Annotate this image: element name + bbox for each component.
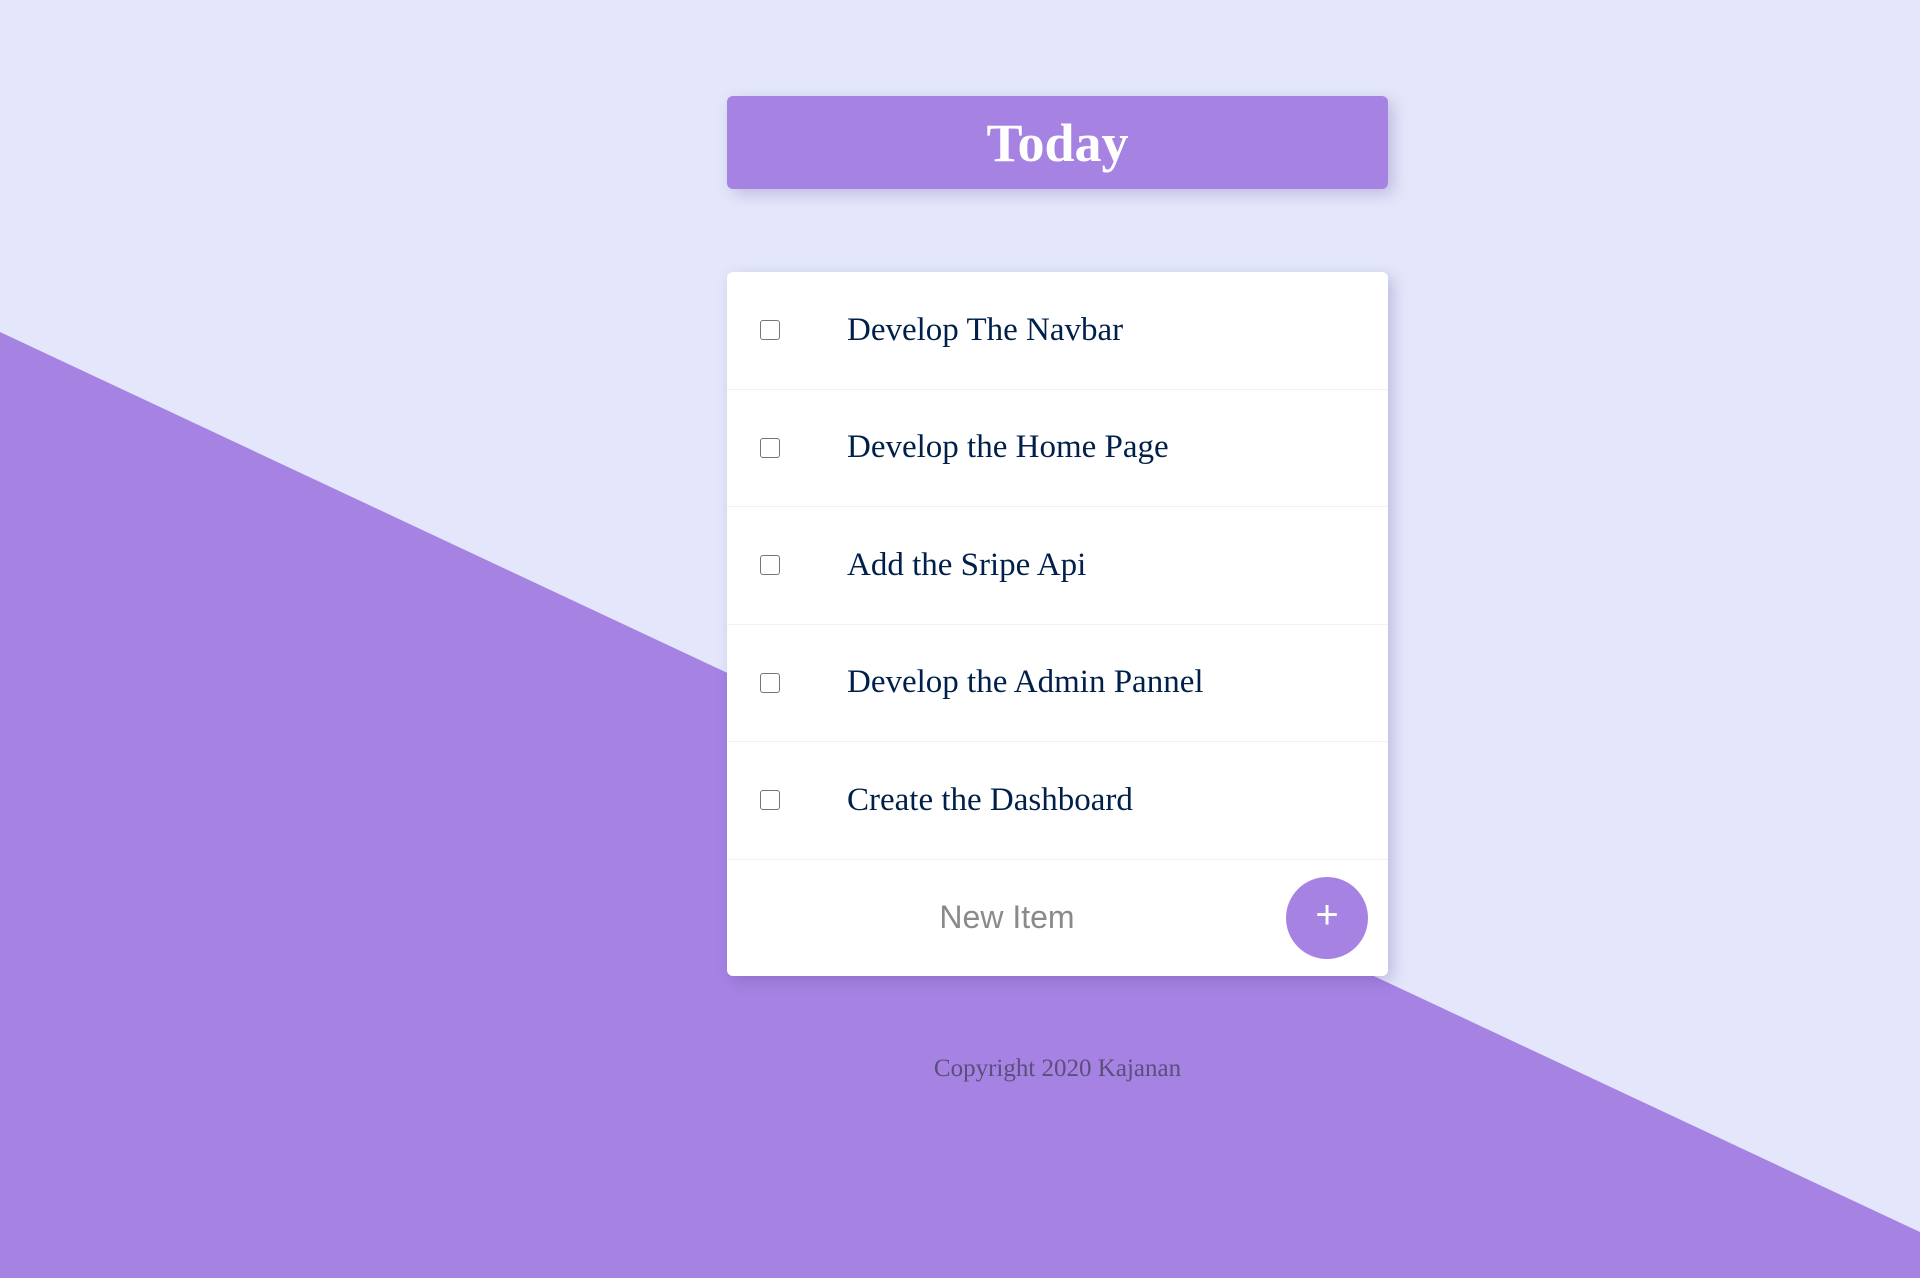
todo-item: Develop The Navbar (727, 272, 1388, 390)
todo-item-text: Develop The Navbar (847, 311, 1124, 348)
item-checkbox[interactable] (760, 790, 780, 811)
item-checkbox[interactable] (760, 437, 780, 458)
todo-item: Develop the Home Page (727, 390, 1388, 507)
todo-item: Develop the Admin Pannel (727, 625, 1388, 742)
todo-item-text: Add the Sripe Api (847, 546, 1087, 583)
item-checkbox[interactable] (760, 555, 780, 576)
todo-item-text: Create the Dashboard (847, 781, 1133, 818)
new-item-row: + (727, 859, 1388, 976)
new-item-input[interactable] (727, 859, 1287, 976)
todo-item: Create the Dashboard (727, 742, 1388, 860)
todo-item-text: Develop the Home Page (847, 429, 1169, 466)
item-checkbox[interactable] (760, 672, 780, 693)
page-title: Today (986, 112, 1129, 173)
item-checkbox[interactable] (760, 320, 780, 341)
todo-card: Develop The Navbar Develop the Home Page… (727, 272, 1388, 976)
todo-item-text: Develop the Admin Pannel (847, 664, 1204, 701)
list-header: Today (727, 96, 1388, 189)
add-item-button[interactable]: + (1286, 876, 1368, 959)
plus-icon: + (1315, 892, 1339, 937)
todo-item: Add the Sripe Api (727, 507, 1388, 625)
copyright-footer: Copyright 2020 Kajanan (933, 1055, 1182, 1082)
